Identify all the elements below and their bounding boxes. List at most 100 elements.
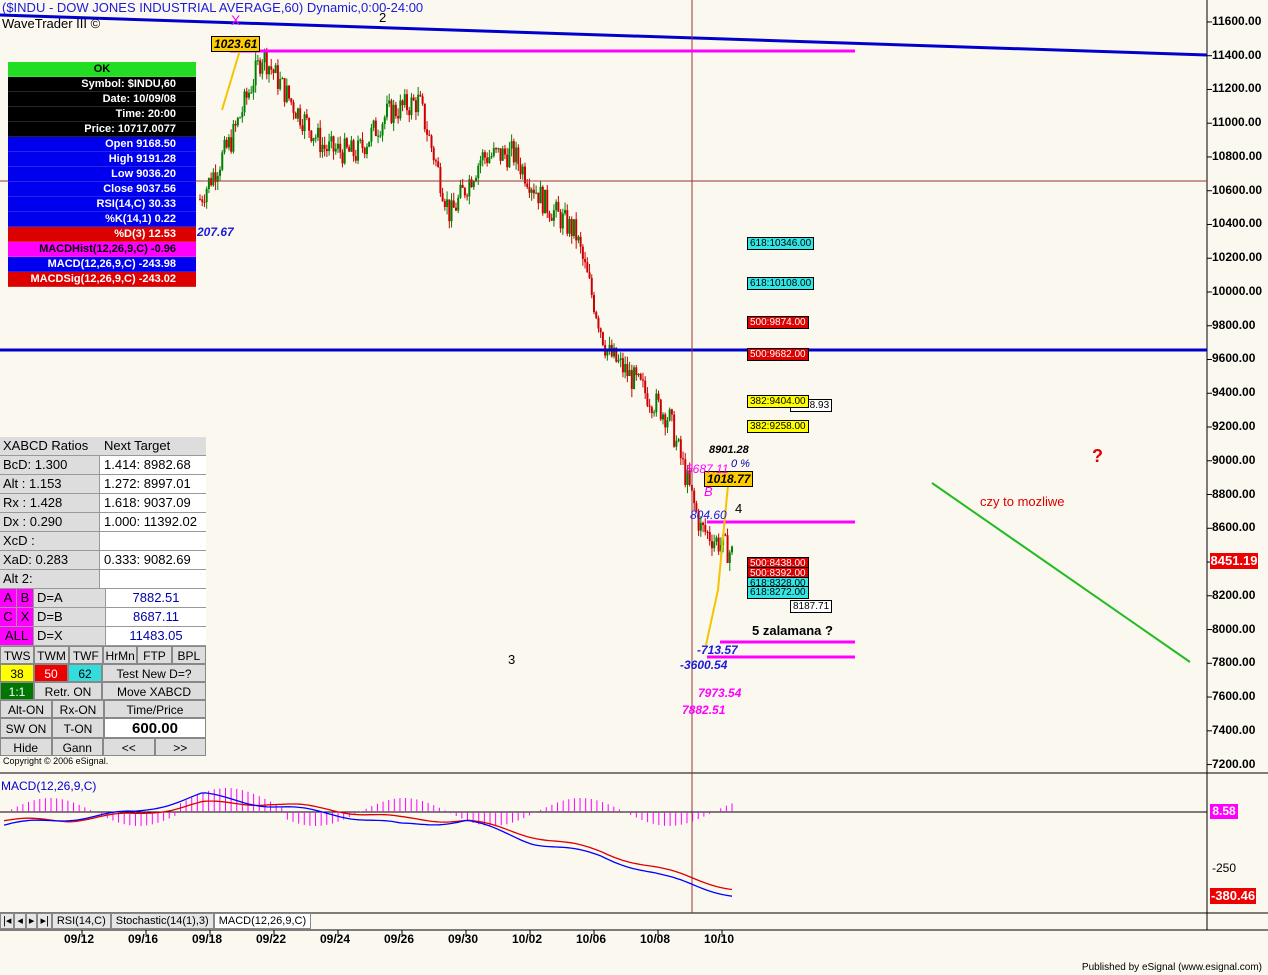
candle-body	[330, 136, 333, 142]
target-label: D=X	[34, 627, 106, 645]
candle-body	[321, 144, 324, 153]
ratio-1-1-button[interactable]: 1:1	[0, 682, 34, 700]
tab-stochastic[interactable]: Stochastic(14(1),3)	[110, 913, 214, 929]
scroll-right-icon[interactable]: ▸	[25, 913, 38, 929]
candle-body	[361, 139, 364, 149]
scroll-first-icon[interactable]: |◂	[0, 913, 15, 929]
time-price-button[interactable]: Time/Price	[104, 700, 206, 718]
price-tick-label: 10000.00	[1212, 283, 1263, 298]
point-b-button[interactable]: B	[17, 589, 34, 607]
target-row: A B D=A 7882.51	[0, 589, 206, 608]
candle-body	[412, 97, 415, 101]
tws-button[interactable]: TWS	[0, 646, 35, 664]
candle-body	[303, 114, 306, 132]
next-button[interactable]: >>	[154, 738, 206, 756]
candle-body	[544, 189, 547, 214]
candle-body	[526, 183, 529, 187]
candle-body	[637, 373, 640, 376]
price-tick-label: 10400.00	[1212, 216, 1263, 231]
candle-body	[305, 114, 308, 118]
test-new-d-button[interactable]: Test New D=?	[102, 664, 206, 682]
candle-body	[401, 100, 404, 106]
tab-rsi[interactable]: RSI(14,C)	[51, 913, 111, 929]
scroll-last-icon[interactable]: ▸|	[37, 913, 52, 929]
point-x-button[interactable]: X	[17, 608, 34, 626]
value-input[interactable]: 600.00	[104, 718, 206, 738]
candle-body	[265, 50, 268, 75]
candle-body	[454, 207, 457, 211]
point-c-button[interactable]: C	[0, 608, 17, 626]
fib-618-a: 618:10346.00	[747, 237, 815, 250]
twf-button[interactable]: TWF	[68, 646, 103, 664]
ratio-label: Rx : 1.428	[0, 494, 100, 512]
question-mark: ?	[1092, 446, 1103, 466]
candle-body	[668, 409, 671, 421]
candle-body	[621, 358, 624, 373]
point-x-label: X	[231, 12, 241, 28]
ratio-row: Alt 2:	[0, 570, 206, 589]
ok-button[interactable]: OK	[8, 62, 196, 77]
candle-body	[446, 199, 449, 207]
candle-body	[410, 97, 413, 116]
info-symbol: Symbol: $INDU,60	[8, 77, 196, 92]
candle-body	[203, 201, 206, 203]
candle-body	[390, 100, 393, 123]
candle-body	[590, 278, 593, 296]
tab-macd[interactable]: MACD(12,26,9,C)	[213, 913, 312, 929]
date-tick-label: 10/08	[640, 932, 671, 946]
point-all-button[interactable]: ALL	[0, 627, 34, 645]
candle-body	[250, 92, 253, 94]
prev-button[interactable]: <<	[103, 738, 155, 756]
price-tick-label: 8200.00	[1212, 587, 1256, 602]
price-tick-label: 10800.00	[1212, 148, 1263, 163]
candle-body	[566, 210, 569, 234]
target-label: D=B	[34, 608, 106, 626]
rx-on-button[interactable]: Rx-ON	[52, 700, 104, 718]
brand-label: WaveTrader III ©	[2, 16, 101, 31]
level-38-button[interactable]: 38	[0, 664, 34, 682]
candle-body	[397, 116, 400, 119]
point-a-button[interactable]: A	[0, 589, 17, 607]
move-xabcd-button[interactable]: Move XABCD	[102, 682, 206, 700]
candle-body	[281, 78, 284, 80]
retr-on-button[interactable]: Retr. ON	[34, 682, 102, 700]
candle-body	[408, 110, 411, 116]
sw-on-button[interactable]: SW ON	[0, 718, 52, 738]
ratio-value: 1.414: 8982.68	[100, 456, 206, 474]
candle-body	[432, 147, 435, 161]
candle-body	[532, 189, 535, 194]
level-62-button[interactable]: 62	[68, 664, 102, 682]
candle-body	[323, 144, 326, 149]
candle-body	[296, 108, 299, 119]
macd-line	[3, 792, 733, 897]
t-on-button[interactable]: T-ON	[52, 718, 104, 738]
info-macdhist: MACDHist(12,26,9,C) -0.96	[8, 242, 196, 257]
date-tick-label: 10/06	[576, 932, 607, 946]
candle-body	[223, 139, 226, 153]
alt-on-button[interactable]: Alt-ON	[0, 700, 52, 718]
gann-button[interactable]: Gann	[51, 738, 103, 756]
ftp-button[interactable]: FTP	[137, 646, 172, 664]
candle-body	[595, 312, 598, 318]
candle-body	[512, 141, 515, 163]
candle-body	[483, 152, 486, 158]
ratio-value	[100, 532, 206, 550]
bpl-button[interactable]: BPL	[171, 646, 206, 664]
price-tick-label: 11600.00	[1212, 13, 1262, 28]
fib-500-a: 500:9874.00	[747, 316, 809, 329]
twm-button[interactable]: TWM	[34, 646, 69, 664]
candle-body	[337, 143, 340, 149]
date-tick-label: 09/12	[64, 932, 95, 946]
candle-body	[479, 160, 482, 166]
candle-body	[236, 117, 239, 126]
hrmn-button[interactable]: HrMn	[102, 646, 138, 664]
candle-body	[659, 399, 662, 420]
candle-body	[199, 199, 201, 201]
candle-body	[477, 165, 480, 179]
trendline-upper	[0, 13, 1208, 57]
scroll-left-icon[interactable]: ◂	[14, 913, 26, 929]
level-50-button[interactable]: 50	[34, 664, 68, 682]
copyright-label: Copyright © 2006 eSignal.	[3, 756, 109, 766]
candle-body	[345, 138, 348, 148]
hide-button[interactable]: Hide	[0, 738, 52, 756]
